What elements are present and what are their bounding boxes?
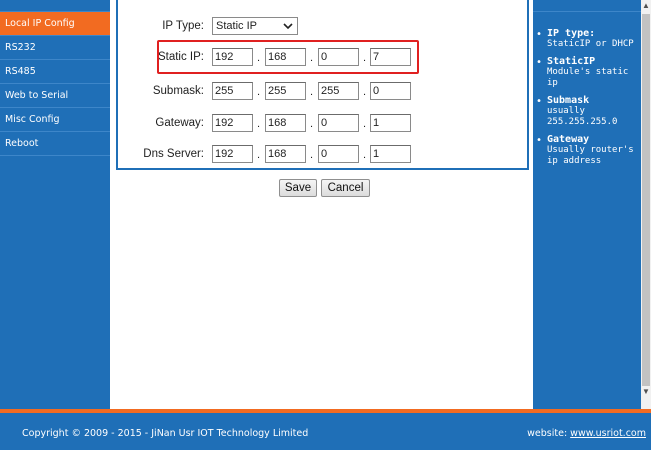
gateway-row: Gateway: 192 . 168 . 0 . 1 [118, 114, 527, 134]
scroll-up-icon[interactable]: ▲ [641, 0, 651, 12]
help-item-ip-type: • IP type: StaticIP or DHCP [536, 28, 639, 50]
gateway-octet-2[interactable]: 168 [265, 114, 306, 132]
octet-separator: . [363, 86, 367, 98]
octet-separator: . [363, 118, 367, 130]
sidebar-item-reboot[interactable]: Reboot [0, 132, 110, 156]
website-link[interactable]: www.usriot.com [570, 428, 646, 439]
help-title: Submask [547, 95, 590, 106]
help-item-submask: • Submask usually 255.255.255.0 [536, 95, 639, 128]
dns-octet-2[interactable]: 168 [265, 145, 306, 163]
bullet-icon: • [536, 135, 543, 146]
submask-octet-2[interactable]: 255 [265, 82, 306, 100]
submask-octet-3[interactable]: 255 [318, 82, 359, 100]
static-ip-highlight-frame [157, 40, 419, 74]
cancel-button[interactable]: Cancel [321, 179, 370, 197]
ip-type-select[interactable]: Static IP [212, 17, 298, 35]
dns-octet-4[interactable]: 1 [370, 145, 411, 163]
sidebar-item-web-to-serial[interactable]: Web to Serial [0, 84, 110, 108]
sidebar-item-rs232[interactable]: RS232 [0, 36, 110, 60]
sidebar-nav: Local IP Config RS232 RS485 Web to Seria… [0, 0, 110, 409]
bullet-icon: • [536, 57, 543, 68]
dns-server-label: Dns Server: [143, 148, 204, 160]
scroll-down-icon[interactable]: ▼ [641, 386, 651, 398]
help-desc: StaticIP or DHCP [547, 39, 634, 49]
website-label: website: [527, 428, 571, 439]
help-item-gateway: • Gateway Usually router's ip address [536, 134, 639, 167]
dns-octet-3[interactable]: 0 [318, 145, 359, 163]
gateway-octet-1[interactable]: 192 [212, 114, 253, 132]
dns-octet-1[interactable]: 192 [212, 145, 253, 163]
ip-config-form: IP Type: Static IP Static IP: 192 . 168 … [116, 0, 529, 170]
octet-separator: . [310, 118, 314, 130]
gateway-label: Gateway: [155, 117, 204, 129]
bullet-icon: • [536, 96, 543, 107]
help-desc: Module's static ip [547, 67, 629, 88]
sidebar-top-strip [0, 0, 110, 12]
website-info: website: www.usriot.com [527, 428, 646, 439]
copyright-text: Copyright © 2009 - 2015 - JiNan Usr IOT … [22, 428, 309, 439]
gateway-octet-4[interactable]: 1 [370, 114, 411, 132]
sidebar-item-local-ip-config[interactable]: Local IP Config [0, 12, 110, 36]
help-item-static-ip: • StaticIP Module's static ip [536, 56, 639, 89]
bullet-icon: • [536, 29, 543, 40]
help-top-strip [533, 0, 641, 12]
dns-server-row: Dns Server: 192 . 168 . 0 . 1 [118, 145, 527, 165]
scroll-thumb[interactable] [642, 14, 650, 386]
submask-label: Submask: [152, 85, 204, 97]
submask-octet-4[interactable]: 0 [370, 82, 411, 100]
chevron-down-icon [283, 23, 293, 30]
sidebar-item-rs485[interactable]: RS485 [0, 60, 110, 84]
sidebar-item-misc-config[interactable]: Misc Config [0, 108, 110, 132]
ip-type-label: IP Type: [162, 20, 204, 32]
octet-separator: . [257, 149, 261, 161]
ip-type-value: Static IP [216, 20, 257, 32]
footer: Copyright © 2009 - 2015 - JiNan Usr IOT … [0, 409, 651, 450]
octet-separator: . [310, 149, 314, 161]
ip-type-row: IP Type: Static IP [118, 17, 527, 37]
gateway-octet-3[interactable]: 0 [318, 114, 359, 132]
help-desc: usually 255.255.255.0 [547, 106, 618, 127]
octet-separator: . [310, 86, 314, 98]
submask-octet-1[interactable]: 255 [212, 82, 253, 100]
help-panel: • IP type: StaticIP or DHCP • StaticIP M… [533, 0, 641, 409]
octet-separator: . [257, 118, 261, 130]
submask-row: Submask: 255 . 255 . 255 . 0 [118, 82, 527, 102]
help-title: Gateway [547, 134, 590, 145]
octet-separator: . [257, 86, 261, 98]
page-scrollbar[interactable]: ▲ ▼ [641, 0, 651, 409]
save-button[interactable]: Save [279, 179, 317, 197]
octet-separator: . [363, 149, 367, 161]
help-title: StaticIP [547, 56, 596, 67]
help-desc: Usually router's ip address [547, 145, 634, 166]
help-title: IP type: [547, 28, 596, 39]
